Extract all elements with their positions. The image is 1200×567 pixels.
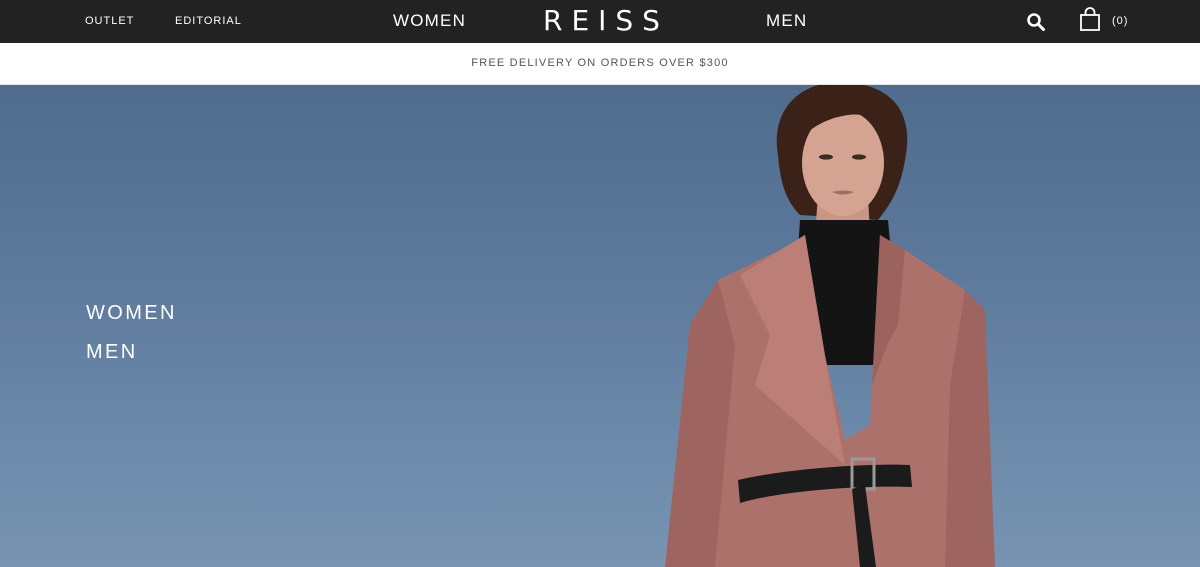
hero-women-link[interactable]: WOMEN <box>86 302 177 325</box>
reiss-logo[interactable]: REISS <box>543 0 669 43</box>
hero-banner[interactable]: WOMEN MEN <box>0 85 1200 567</box>
hero-model-image <box>665 85 995 567</box>
shopping-bag-icon <box>1080 7 1100 31</box>
search-icon <box>1027 13 1045 31</box>
editorial-link[interactable]: EDITORIAL <box>175 0 242 43</box>
nav-men-link[interactable]: MEN <box>766 0 807 43</box>
shopping-bag-button[interactable] <box>1078 7 1102 33</box>
nav-women-link[interactable]: WOMEN <box>393 0 466 43</box>
hero-men-link[interactable]: MEN <box>86 341 138 364</box>
promo-text: FREE DELIVERY ON ORDERS OVER $300 <box>471 57 729 69</box>
bag-count[interactable]: (0) <box>1112 0 1128 43</box>
search-button[interactable] <box>1024 10 1048 34</box>
promo-banner: FREE DELIVERY ON ORDERS OVER $300 <box>0 43 1200 85</box>
top-navigation-bar: OUTLET EDITORIAL WOMEN REISS MEN (0) <box>0 0 1200 43</box>
outlet-link[interactable]: OUTLET <box>85 0 134 43</box>
